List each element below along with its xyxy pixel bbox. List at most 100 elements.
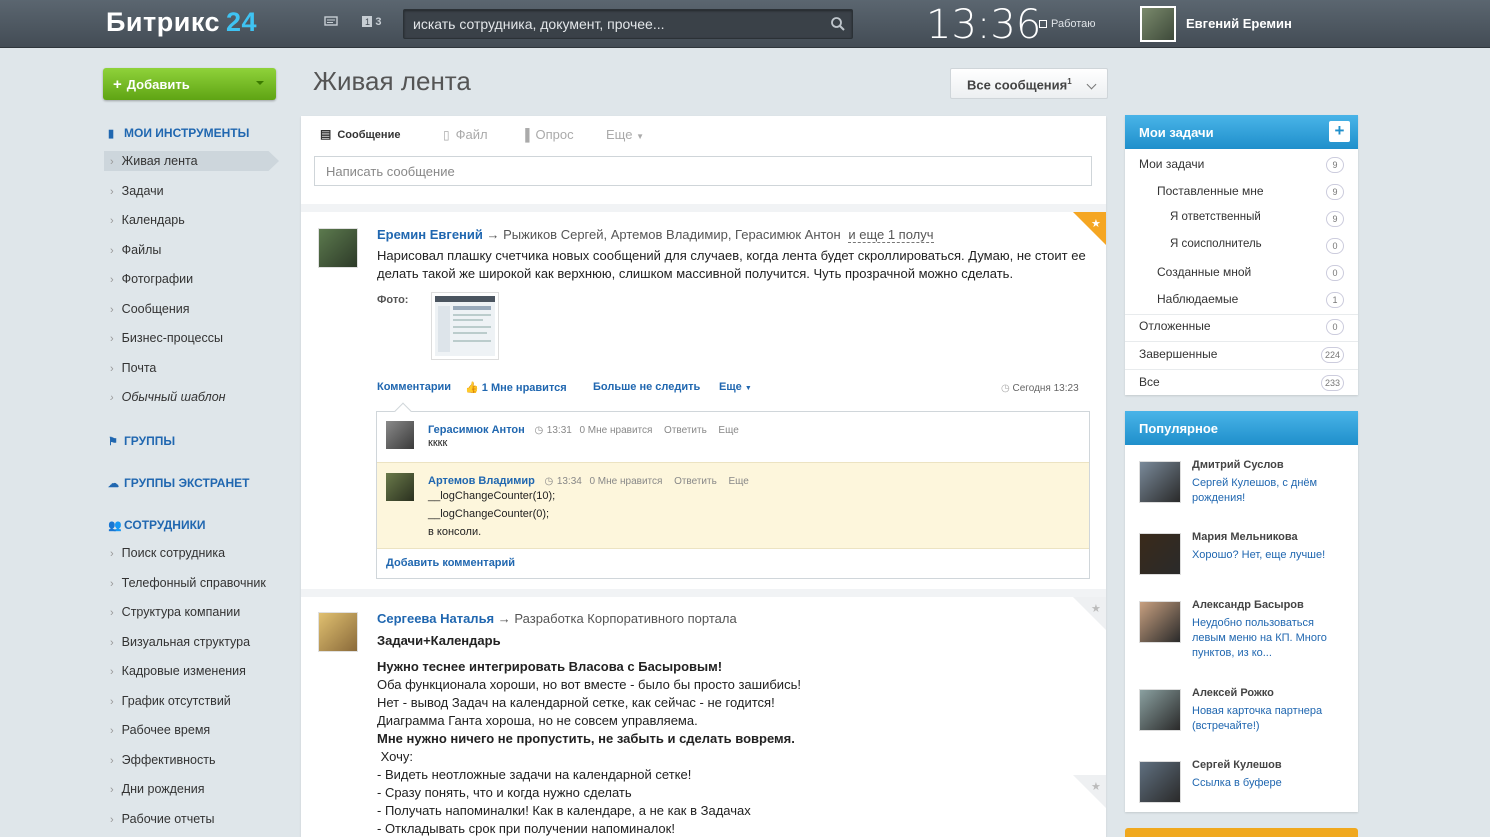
sidebar-item[interactable]: Сообщения bbox=[110, 299, 190, 319]
section-employees[interactable]: 👥 СОТРУДНИКИ bbox=[108, 518, 206, 532]
popular-author[interactable]: Сергей Кулешов bbox=[1192, 759, 1282, 771]
status-checkbox[interactable] bbox=[1039, 20, 1047, 28]
sidebar-item[interactable]: Задачи bbox=[110, 181, 164, 201]
reply-link[interactable]: Ответить bbox=[664, 425, 707, 436]
filter-dropdown[interactable]: Все сообщения1 bbox=[950, 68, 1108, 99]
notifications-icon[interactable]: 1 3 bbox=[362, 16, 381, 30]
cloud-icon: ☁ bbox=[108, 478, 119, 490]
tasks-header[interactable]: Мои задачи + bbox=[1125, 115, 1358, 149]
post-author[interactable]: Сергеева Наталья bbox=[377, 611, 494, 626]
popular-author[interactable]: Мария Мельникова bbox=[1192, 531, 1298, 543]
sidebar-item[interactable]: Эффективность bbox=[110, 750, 216, 770]
avatar[interactable] bbox=[1139, 533, 1181, 575]
message-input[interactable] bbox=[314, 156, 1092, 186]
like-button[interactable]: 👍 1 Мне нравится bbox=[465, 381, 567, 394]
popular-text[interactable]: Ссылка в буфере bbox=[1192, 776, 1337, 791]
sidebar-item[interactable]: Визуальная структура bbox=[110, 632, 250, 652]
avatar[interactable] bbox=[318, 228, 358, 268]
section-my-tools[interactable]: ▮ МОИ ИНСТРУМЕНТЫ bbox=[108, 126, 249, 140]
task-row[interactable]: Завершенные 224 bbox=[1125, 347, 1358, 365]
tab-message[interactable]: ▤ Сообщение bbox=[320, 127, 400, 141]
sidebar-item[interactable]: Структура компании bbox=[110, 602, 241, 622]
task-row[interactable]: Отложенные 0 bbox=[1125, 319, 1358, 337]
dropdown-caret-icon[interactable] bbox=[256, 81, 264, 85]
tab-poll[interactable]: ▐ Опрос bbox=[521, 127, 574, 142]
avatar[interactable] bbox=[1139, 461, 1181, 503]
sidebar-item[interactable]: Почта bbox=[110, 358, 157, 378]
comments-link[interactable]: Комментарии bbox=[377, 381, 451, 393]
sidebar-item[interactable]: Дни рождения bbox=[110, 779, 205, 799]
filter-count: 1 bbox=[1067, 77, 1072, 86]
task-row[interactable]: Я ответственный 9 bbox=[1125, 211, 1358, 229]
sidebar-item[interactable]: Поиск сотрудника bbox=[110, 543, 225, 563]
chat-icon[interactable] bbox=[324, 16, 338, 31]
user-avatar[interactable] bbox=[1140, 6, 1176, 42]
sidebar-item[interactable]: Бизнес-процессы bbox=[110, 328, 223, 348]
task-row[interactable]: Я соисполнитель 0 bbox=[1125, 238, 1358, 256]
comment-author[interactable]: Артемов Владимир bbox=[428, 475, 535, 487]
post-recipients[interactable]: Разработка Корпоративного портала bbox=[514, 611, 736, 626]
search-input[interactable] bbox=[404, 10, 814, 38]
tab-more[interactable]: Еще ▼ bbox=[606, 127, 644, 142]
avatar[interactable] bbox=[386, 421, 414, 449]
task-row-label: Мои задачи bbox=[1139, 157, 1205, 171]
add-comment-link[interactable]: Добавить комментарий bbox=[386, 557, 515, 569]
task-row-label: Отложенные bbox=[1139, 319, 1211, 333]
popular-author[interactable]: Дмитрий Суслов bbox=[1192, 459, 1284, 471]
popular-text[interactable]: Хорошо? Нет, еще лучше! bbox=[1192, 548, 1337, 563]
post-recipients[interactable]: Рыжиков Сергей, Артемов Владимир, Гераси… bbox=[503, 227, 841, 242]
sidebar-item[interactable]: График отсутствий bbox=[110, 691, 231, 711]
task-row[interactable]: Наблюдаемые 1 bbox=[1125, 292, 1358, 310]
reply-link[interactable]: Ответить bbox=[674, 476, 717, 487]
sidebar-item[interactable]: Телефонный справочник bbox=[110, 573, 266, 593]
sidebar-item[interactable]: Рабочие отчеты bbox=[110, 809, 215, 829]
avatar[interactable] bbox=[318, 612, 358, 652]
sidebar-item[interactable]: Живая лента bbox=[104, 151, 279, 171]
photo-thumbnail[interactable] bbox=[431, 292, 499, 360]
more-recipients-link[interactable]: и еще 1 получ bbox=[848, 227, 934, 243]
user-name[interactable]: Евгений Еремин bbox=[1186, 16, 1292, 31]
task-row[interactable]: Поставленные мне 9 bbox=[1125, 184, 1358, 202]
search-icon[interactable] bbox=[831, 17, 845, 31]
avatar[interactable] bbox=[386, 473, 414, 501]
avatar[interactable] bbox=[1139, 761, 1181, 803]
divider bbox=[1125, 369, 1358, 370]
sidebar-item[interactable]: Файлы bbox=[110, 240, 162, 260]
section-extranet-groups[interactable]: ☁ ГРУППЫ ЭКСТРАНЕТ bbox=[108, 476, 249, 490]
avatar[interactable] bbox=[1139, 601, 1181, 643]
popular-text[interactable]: Сергей Кулешов, с днём рождения! bbox=[1192, 476, 1337, 506]
unfollow-link[interactable]: Больше не следить bbox=[593, 381, 700, 393]
avatar[interactable] bbox=[1139, 689, 1181, 731]
add-button[interactable]: + Добавить bbox=[103, 68, 276, 100]
post-more-menu[interactable]: Еще ▼ bbox=[719, 381, 752, 393]
favorite-star-icon[interactable]: ★ bbox=[1073, 212, 1106, 248]
sidebar-item[interactable]: Фотографии bbox=[110, 269, 193, 289]
popular-author[interactable]: Александр Басыров bbox=[1192, 599, 1304, 611]
logo[interactable]: Битрикс 24 bbox=[106, 7, 257, 38]
tab-file[interactable]: ▯ Файл bbox=[443, 127, 488, 142]
sidebar-item[interactable]: Календарь bbox=[110, 210, 185, 230]
favorite-star-icon[interactable]: ★ bbox=[1073, 775, 1106, 811]
work-status[interactable]: Работаю bbox=[1039, 18, 1096, 30]
task-row[interactable]: Созданные мной 0 bbox=[1125, 265, 1358, 283]
post-author[interactable]: Еремин Евгений bbox=[377, 227, 483, 242]
comment-like[interactable]: 0 Мне нравится bbox=[579, 425, 652, 436]
comment-like[interactable]: 0 Мне нравится bbox=[589, 476, 662, 487]
arrow-icon: → bbox=[486, 227, 504, 242]
task-row[interactable]: Все 233 bbox=[1125, 375, 1358, 393]
popular-text[interactable]: Неудобно пользоваться левым меню на КП. … bbox=[1192, 616, 1337, 661]
filter-label: Все сообщения bbox=[967, 77, 1068, 93]
section-groups[interactable]: ⚑ ГРУППЫ bbox=[108, 434, 175, 448]
comment-more[interactable]: Еще bbox=[728, 476, 748, 487]
sidebar-item[interactable]: Кадровые изменения bbox=[110, 661, 246, 681]
tab-label: Опрос bbox=[535, 127, 574, 142]
popular-author[interactable]: Алексей Рожко bbox=[1192, 687, 1274, 699]
sidebar-item[interactable]: Обычный шаблон bbox=[110, 387, 226, 407]
favorite-star-icon[interactable]: ★ bbox=[1073, 597, 1106, 633]
message-icon: ▤ bbox=[320, 127, 332, 141]
add-task-button[interactable]: + bbox=[1329, 121, 1350, 142]
popular-text[interactable]: Новая карточка партнера (встречайте!) bbox=[1192, 704, 1337, 734]
task-row[interactable]: Мои задачи 9 bbox=[1125, 157, 1358, 175]
comment-more[interactable]: Еще bbox=[718, 425, 738, 436]
sidebar-item[interactable]: Рабочее время bbox=[110, 720, 211, 740]
